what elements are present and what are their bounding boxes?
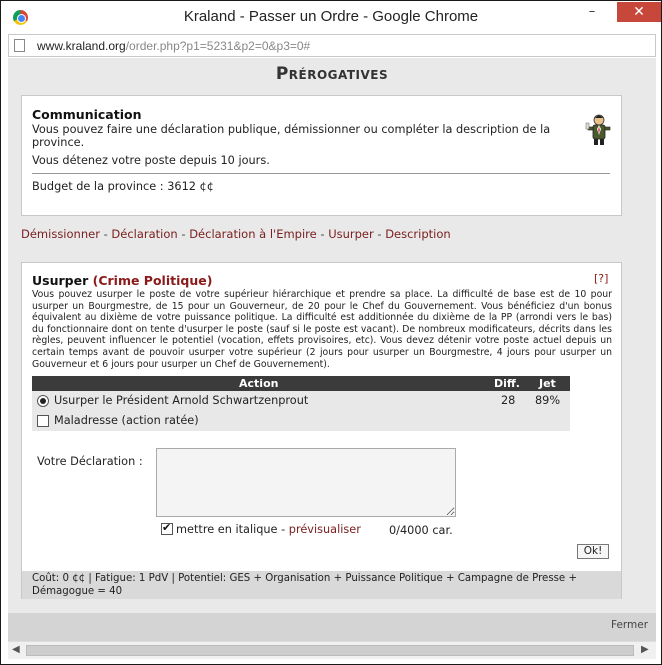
close-link[interactable]: Fermer: [611, 619, 648, 631]
link-separator: -: [99, 227, 112, 241]
link-empire-declaration[interactable]: Déclaration à l'Empire: [189, 227, 317, 241]
col-action-header: Action: [239, 377, 279, 390]
url-domain: www.kraland.org: [37, 39, 126, 53]
cost-summary: Coût: 0 ¢¢ | Fatigue: 1 PdV | Potentiel:…: [22, 571, 621, 599]
crime-label: (Crime Politique): [92, 273, 213, 288]
usurp-title: Usurper (Crime Politique): [32, 273, 212, 288]
action-row-maladresse[interactable]: Maladresse (action ratée): [32, 411, 570, 431]
maladresse-checkbox[interactable]: [37, 415, 49, 427]
action-usurp-label: Usurper le Président Arnold Schwartzenpr…: [54, 394, 309, 407]
title-bar: Kraland - Passer un Ordre - Google Chrom…: [1, 1, 661, 33]
scroll-right-icon[interactable]: ▶: [641, 644, 649, 655]
col-diff-header: Diff.: [494, 377, 520, 390]
col-jet-header: Jet: [539, 377, 556, 390]
communication-panel: Communication Vous pouvez faire une décl…: [21, 95, 622, 216]
close-window-button[interactable]: ✕: [617, 2, 661, 22]
browser-window: Kraland - Passer un Ordre - Google Chrom…: [0, 0, 662, 665]
politician-avatar-icon: [585, 114, 611, 145]
address-bar[interactable]: www.kraland.org/order.php?p1=5231&p2=0&p…: [8, 34, 656, 57]
page-icon: [14, 39, 25, 52]
italic-separator: -: [277, 523, 289, 536]
usurp-title-text: Usurper: [32, 273, 93, 288]
window-title: Kraland - Passer un Ordre - Google Chrom…: [183, 8, 479, 25]
usurp-radio[interactable]: [37, 395, 49, 407]
character-counter: 0/4000 car.: [389, 524, 453, 537]
horizontal-scrollbar[interactable]: ◀ ▶: [8, 641, 656, 659]
page-content: Prérogatives Communication Vous pouvez f…: [8, 58, 656, 641]
scroll-left-icon[interactable]: ◀: [12, 644, 20, 655]
action-table-header: Action Diff. Jet: [32, 376, 570, 391]
link-declaration[interactable]: Déclaration: [111, 227, 177, 241]
declaration-textarea[interactable]: [156, 448, 456, 517]
link-usurp[interactable]: Usurper: [328, 227, 374, 241]
link-description[interactable]: Description: [385, 227, 451, 241]
post-duration-text: Vous détenez votre poste depuis 10 jours…: [32, 154, 270, 167]
italic-checkbox[interactable]: [161, 521, 173, 535]
action-maladresse-label: Maladresse (action ratée): [54, 414, 199, 427]
action-links: Démissionner - Déclaration - Déclaration…: [21, 227, 451, 241]
divider: [32, 173, 610, 174]
link-separator: -: [373, 227, 386, 241]
action-row-usurp[interactable]: Usurper le Président Arnold Schwartzenpr…: [32, 391, 570, 411]
footer-bar: Fermer: [8, 613, 656, 641]
preview-link[interactable]: prévisualiser: [289, 523, 361, 536]
url-path: /order.php?p1=5231&p2=0&p3=0#: [125, 39, 311, 53]
communication-description: Vous pouvez faire une déclaration publiq…: [32, 123, 551, 149]
usurp-description: Vous pouvez usurper le poste de votre su…: [32, 289, 612, 370]
italic-label[interactable]: mettre en italique: [176, 523, 278, 536]
scrollbar-thumb[interactable]: [26, 645, 634, 656]
action-usurp-jet: 89%: [535, 394, 561, 407]
action-table: Action Diff. Jet Usurper le Président Ar…: [32, 376, 570, 431]
url-text[interactable]: www.kraland.org/order.php?p1=5231&p2=0&p…: [37, 39, 310, 53]
link-separator: -: [316, 227, 329, 241]
page-title: Prérogatives: [275, 64, 389, 84]
usurp-panel: Usurper (Crime Politique) [?] Vous pouve…: [21, 262, 622, 599]
ok-button[interactable]: Ok!: [577, 544, 609, 559]
italic-option: mettre en italique - prévisualiser: [161, 521, 361, 536]
province-budget: Budget de la province : 3612 ¢¢: [32, 180, 214, 193]
link-resign[interactable]: Démissionner: [21, 227, 100, 241]
link-separator: -: [177, 227, 190, 241]
help-link[interactable]: [?]: [594, 272, 608, 285]
action-usurp-diff: 28: [501, 394, 516, 407]
communication-title: Communication: [32, 107, 142, 122]
minimize-button[interactable]: –: [579, 2, 605, 22]
declaration-label: Votre Déclaration :: [37, 455, 143, 468]
